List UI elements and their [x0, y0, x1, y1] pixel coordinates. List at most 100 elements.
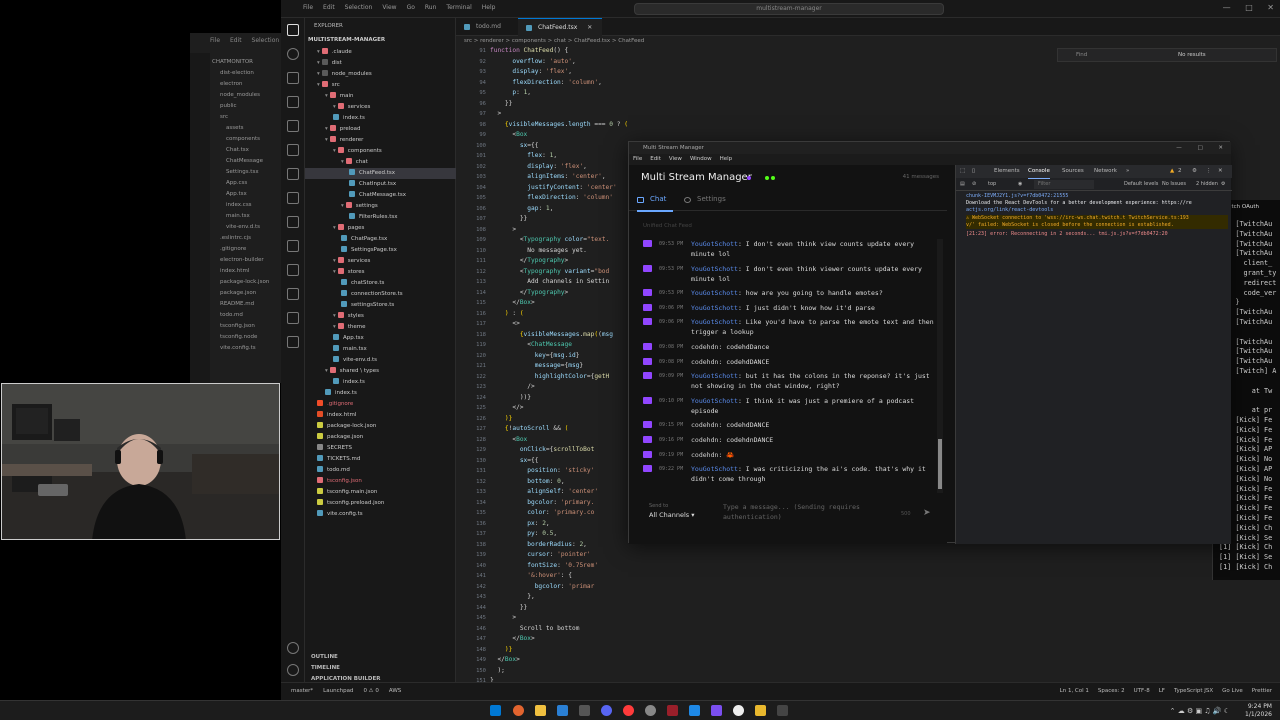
- code-line[interactable]: fontSize: '0.75rem': [490, 561, 628, 572]
- close-icon[interactable]: ✕: [1218, 145, 1223, 151]
- menu-item-selection[interactable]: Selection: [345, 4, 373, 11]
- vscode-icon[interactable]: [689, 705, 700, 716]
- code-line[interactable]: <Typography color="text.: [490, 235, 628, 246]
- code-line[interactable]: alignSelf: 'center': [490, 487, 628, 498]
- code-line[interactable]: justifyContent: 'center': [490, 183, 628, 194]
- app-icon[interactable]: [667, 705, 678, 716]
- minimize-icon[interactable]: —: [1223, 3, 1231, 12]
- message-username[interactable]: codehdn: [691, 421, 718, 429]
- folder-item[interactable]: ▾ .claude: [305, 47, 456, 58]
- background-tree-item[interactable]: tsconfig.json: [212, 321, 290, 332]
- device-toggle-icon[interactable]: ▯: [972, 165, 975, 178]
- menu-item[interactable]: File: [210, 37, 220, 44]
- status-item[interactable]: master*: [291, 688, 313, 694]
- code-line[interactable]: </Box>: [490, 298, 628, 309]
- folder-item[interactable]: ▾ services: [305, 256, 456, 267]
- close-icon[interactable]: ✕: [1218, 165, 1223, 178]
- timeline-panel[interactable]: TIMELINE: [311, 663, 381, 674]
- code-line[interactable]: ))}: [490, 393, 628, 404]
- message-username[interactable]: YouGotSchott: [691, 372, 738, 380]
- code-line[interactable]: message={msg}: [490, 361, 628, 372]
- system-tray[interactable]: ⌃ ☁ ⚙ ▣ ♫ 🔊 ☾: [1170, 707, 1230, 715]
- chat-message[interactable]: 09:06 PM YouGotSchott: Like you'd have to…: [641, 317, 937, 337]
- background-tree-item[interactable]: package.json: [212, 288, 290, 299]
- menu-item-edit[interactable]: Edit: [650, 156, 661, 162]
- background-tree-item[interactable]: .eslintrc.cjs: [212, 233, 290, 244]
- code-line[interactable]: );: [490, 666, 628, 677]
- file-item[interactable]: todo.md: [305, 465, 456, 476]
- folder-item[interactable]: ▾ chat: [305, 157, 456, 168]
- background-tree-item[interactable]: todo.md: [212, 310, 290, 321]
- maximize-icon[interactable]: □: [1245, 3, 1253, 12]
- background-tree-item[interactable]: vite-env.d.ts: [212, 222, 290, 233]
- code-line[interactable]: bottom: 0,: [490, 477, 628, 488]
- find-input[interactable]: Find: [1076, 52, 1087, 58]
- file-item[interactable]: chatStore.ts: [305, 278, 456, 289]
- code-line[interactable]: },: [490, 592, 628, 603]
- folder-item[interactable]: ▾ settings: [305, 201, 456, 212]
- file-item[interactable]: connectionStore.ts: [305, 289, 456, 300]
- code-line[interactable]: }}: [490, 214, 628, 225]
- run-debug-icon[interactable]: [287, 96, 299, 108]
- file-item[interactable]: vite-env.d.ts: [305, 355, 456, 366]
- code-line[interactable]: alignItems: 'center',: [490, 172, 628, 183]
- code-line[interactable]: </>: [490, 403, 628, 414]
- code-line[interactable]: </Box>: [490, 634, 628, 645]
- code-line[interactable]: highlightColor={getH: [490, 372, 628, 383]
- code-line[interactable]: sx={{: [490, 141, 628, 152]
- chat-message[interactable]: 09:15 PM codehdn: codehdDANCE: [641, 420, 937, 430]
- folder-item[interactable]: ▾ renderer: [305, 135, 456, 146]
- menu-item-edit[interactable]: Edit: [323, 4, 335, 11]
- chat-message[interactable]: 09:16 PM codehdn: codehdnDANCE: [641, 435, 937, 445]
- folder-item[interactable]: ▾ main: [305, 91, 456, 102]
- command-center-search[interactable]: multistream-manager: [634, 3, 944, 15]
- code-line[interactable]: >: [490, 109, 628, 120]
- code-line[interactable]: flexDirection: 'column': [490, 193, 628, 204]
- background-tree-item[interactable]: src: [212, 112, 290, 123]
- code-line[interactable]: color: 'primary.co: [490, 508, 628, 519]
- background-tree-item[interactable]: .gitignore: [212, 244, 290, 255]
- tab-sources[interactable]: Sources: [1062, 165, 1084, 178]
- database-icon[interactable]: [287, 240, 299, 252]
- code-line[interactable]: <Typography variant="bod: [490, 267, 628, 278]
- file-item[interactable]: ChatFeed.tsx: [305, 168, 456, 179]
- background-tree-item[interactable]: index.css: [212, 200, 290, 211]
- record-icon[interactable]: [623, 705, 634, 716]
- message-username[interactable]: codehdn: [691, 451, 718, 459]
- code-line[interactable]: onClick={scrollToBot: [490, 445, 628, 456]
- background-tree-item[interactable]: Settings.tsx: [212, 167, 290, 178]
- file-item[interactable]: SettingsPage.tsx: [305, 245, 456, 256]
- menu-item-window[interactable]: Window: [690, 156, 712, 162]
- background-tree-item[interactable]: index.html: [212, 266, 290, 277]
- code-line[interactable]: </Typography>: [490, 256, 628, 267]
- message-username[interactable]: YouGotSchott: [691, 265, 738, 273]
- chat-message[interactable]: 09:22 PM YouGotSchott: I was criticizing …: [641, 464, 937, 484]
- maximize-icon[interactable]: □: [1197, 145, 1202, 151]
- background-tree-item[interactable]: assets: [212, 123, 290, 134]
- code-line[interactable]: Scroll to bottom: [490, 624, 628, 635]
- app-icon[interactable]: [711, 705, 722, 716]
- status-item[interactable]: Go Live: [1222, 688, 1243, 694]
- file-item[interactable]: settingsStore.ts: [305, 300, 456, 311]
- file-explorer-icon[interactable]: [535, 705, 546, 716]
- background-tree-item[interactable]: tsconfig.node: [212, 332, 290, 343]
- send-icon[interactable]: ➤: [923, 508, 931, 518]
- code-line[interactable]: }}: [490, 603, 628, 614]
- status-item[interactable]: UTF-8: [1134, 688, 1150, 694]
- background-tree-item[interactable]: electron-builder: [212, 255, 290, 266]
- aws-icon[interactable]: [287, 288, 299, 300]
- file-item[interactable]: tsconfig.preload.json: [305, 498, 456, 509]
- chat-message[interactable]: 09:08 PM codehdn: codehdDance: [641, 342, 937, 352]
- chat-message[interactable]: 09:08 PM codehdn: codehdDANCE: [641, 357, 937, 367]
- background-tree-item[interactable]: App.css: [212, 178, 290, 189]
- background-tree-item[interactable]: CHATMONITOR: [212, 57, 290, 68]
- background-tree-item[interactable]: main.tsx: [212, 211, 290, 222]
- status-item[interactable]: 0 ⚠ 0: [363, 688, 378, 694]
- more-options-icon[interactable]: ⋮: [1206, 165, 1212, 178]
- code-line[interactable]: borderRadius: 2,: [490, 540, 628, 551]
- file-item[interactable]: package-lock.json: [305, 421, 456, 432]
- code-line[interactable]: {visibleMessages.map((msg: [490, 330, 628, 341]
- start-icon[interactable]: [490, 705, 501, 716]
- code-line[interactable]: flexDirection: 'column',: [490, 78, 628, 89]
- terminal-app-icon[interactable]: [579, 705, 590, 716]
